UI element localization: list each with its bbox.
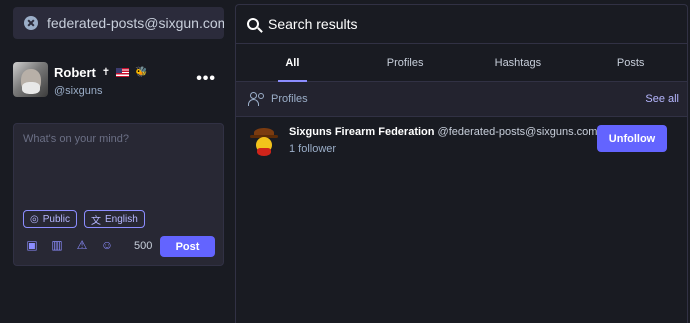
profile-acct: @federated-posts@sixguns.com	[437, 126, 598, 138]
avatar[interactable]	[248, 126, 280, 158]
media-icon[interactable]: ▣	[24, 237, 40, 253]
tab-hashtags[interactable]: Hashtags	[462, 44, 575, 81]
search-icon	[247, 18, 259, 30]
warning-icon[interactable]: ⚠	[74, 237, 90, 253]
see-all-link[interactable]: See all	[645, 93, 679, 105]
results-title: Search results	[268, 16, 358, 32]
emoji-icon[interactable]: ☺	[99, 237, 115, 253]
avatar[interactable]	[13, 62, 48, 97]
compose-form: What's on your mind? ◎ Public 文 English …	[13, 123, 224, 266]
section-label: Profiles	[271, 93, 308, 105]
visibility-label: Public	[42, 213, 70, 225]
search-input[interactable]: federated-posts@sixgun.com	[13, 7, 224, 39]
follower-count: 1 follower	[289, 143, 337, 155]
tab-profiles[interactable]: Profiles	[349, 44, 462, 81]
post-button[interactable]: Post	[160, 236, 215, 257]
globe-icon: ◎	[30, 213, 39, 225]
account-handle[interactable]: @sixguns	[54, 85, 102, 97]
people-icon	[248, 92, 266, 106]
profile-display-name: Sixguns Firearm Federation	[289, 126, 435, 138]
language-label: English	[105, 213, 138, 225]
more-options-button[interactable]: •••	[196, 71, 216, 87]
visibility-button[interactable]: ◎ Public	[23, 210, 77, 228]
profile-name[interactable]: Sixguns Firearm Federation @federated-po…	[289, 126, 597, 138]
dagger-emoji: ✝	[101, 67, 111, 78]
character-counter: 500	[134, 240, 153, 252]
us-flag-emoji	[116, 68, 130, 77]
translate-icon: 文	[91, 215, 101, 227]
profiles-section-header: Profiles See all	[236, 82, 687, 117]
list-item[interactable]: Sixguns Firearm Federation @federated-po…	[236, 117, 687, 169]
display-name: Robert ✝ 🐝	[54, 65, 148, 80]
compose-toolbar: ▣ ▥ ⚠ ☺	[24, 237, 115, 253]
tab-posts[interactable]: Posts	[574, 44, 687, 81]
results-tabs: All Profiles Hashtags Posts	[236, 44, 687, 82]
language-button[interactable]: 文 English	[84, 210, 145, 228]
unfollow-button[interactable]: Unfollow	[597, 125, 667, 152]
search-query[interactable]: federated-posts@sixgun.com	[47, 15, 224, 31]
bee-emoji: 🐝	[135, 67, 148, 78]
compose-textarea[interactable]: What's on your mind?	[23, 133, 129, 145]
results-header: Search results	[236, 5, 687, 44]
current-account: Robert ✝ 🐝 @sixguns •••	[13, 62, 224, 100]
tab-all[interactable]: All	[236, 44, 349, 82]
poll-icon[interactable]: ▥	[49, 237, 65, 253]
display-name-text: Robert	[54, 65, 96, 80]
clear-search-icon[interactable]	[24, 16, 38, 30]
search-results: Search results All Profiles Hashtags Pos…	[235, 4, 688, 323]
